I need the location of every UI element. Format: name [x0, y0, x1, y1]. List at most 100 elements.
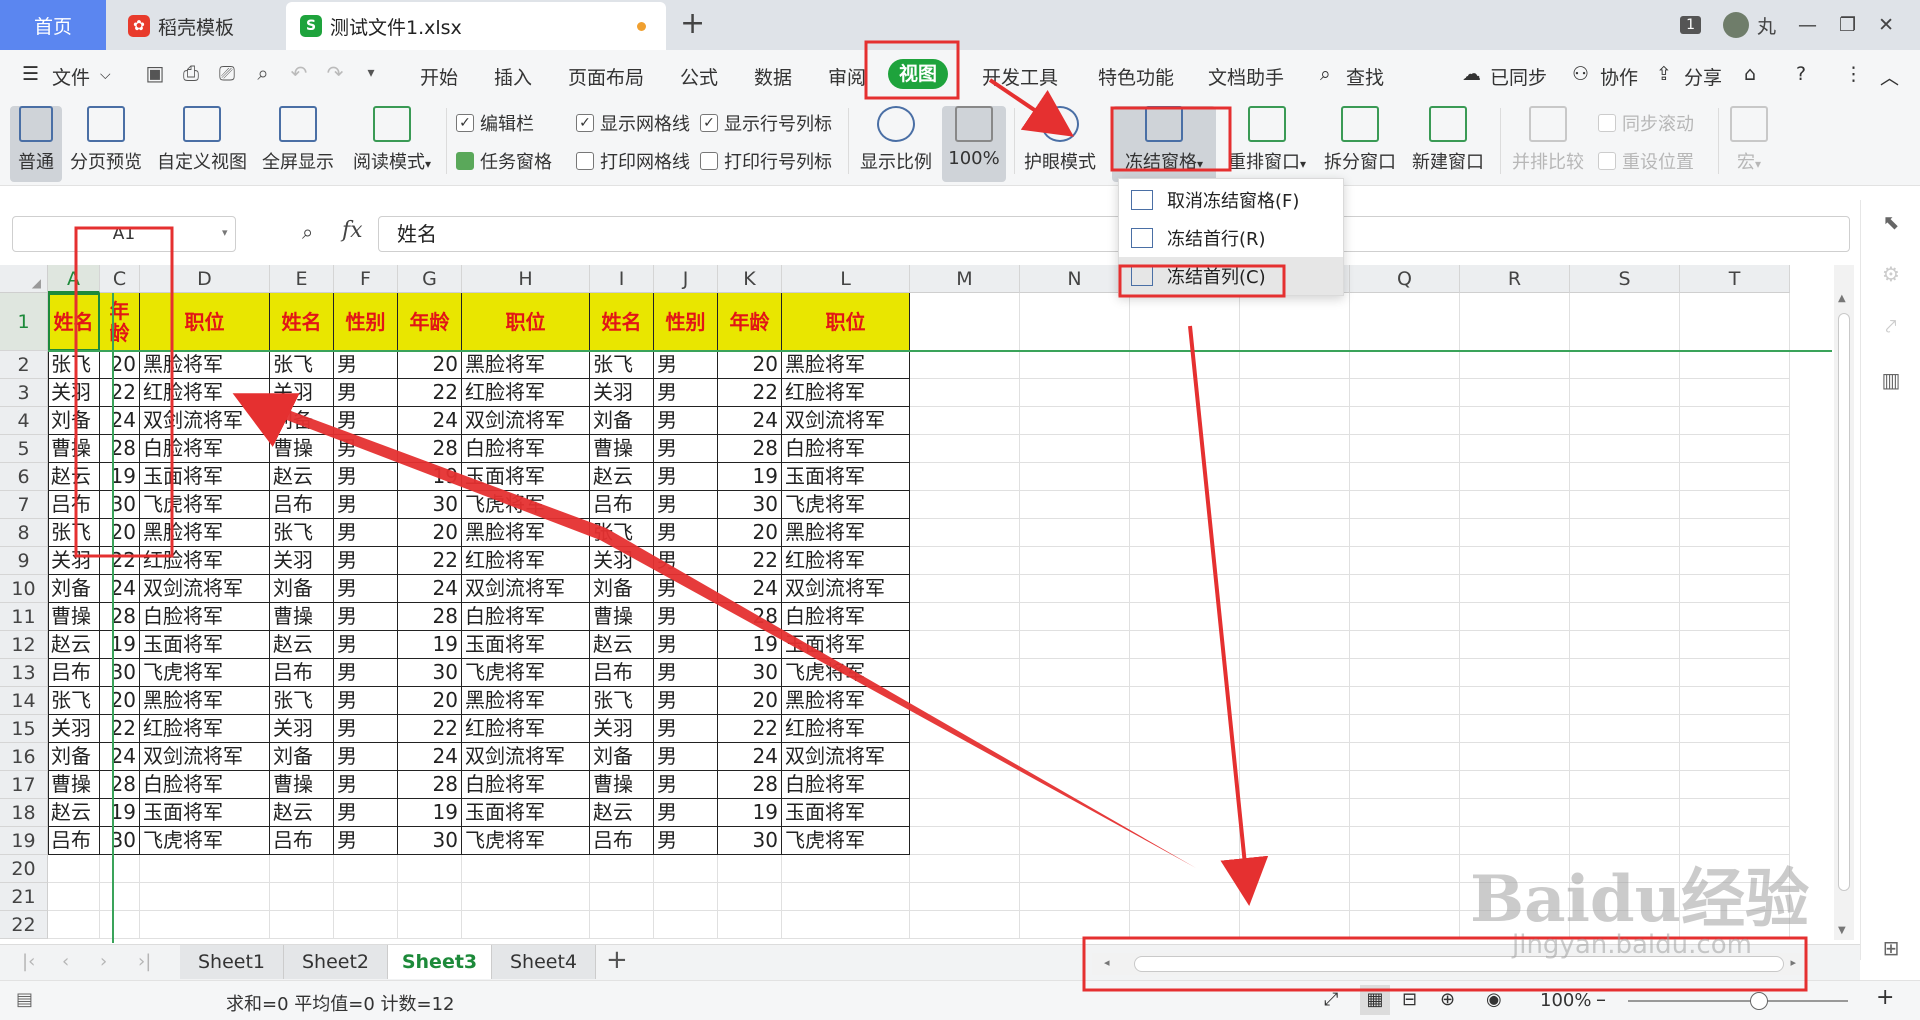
data-cell[interactable]: 男	[654, 687, 718, 715]
data-cell[interactable]: 飞虎将军	[140, 659, 270, 687]
data-cell[interactable]: 双剑流将军	[462, 407, 590, 435]
data-cell[interactable]: 白脸将军	[462, 771, 590, 799]
data-cell[interactable]: 曹操	[48, 771, 100, 799]
data-cell[interactable]: 男	[654, 659, 718, 687]
data-cell[interactable]: 24	[100, 743, 140, 771]
data-cell[interactable]: 男	[654, 491, 718, 519]
new-tab-button[interactable]: +	[680, 6, 705, 41]
data-cell[interactable]: 男	[654, 547, 718, 575]
data-cell[interactable]: 双剑流将军	[140, 575, 270, 603]
data-cell[interactable]: 28	[398, 435, 462, 463]
data-cell[interactable]: 28	[398, 603, 462, 631]
data-cell[interactable]: 28	[100, 435, 140, 463]
data-cell[interactable]: 张飞	[270, 351, 334, 379]
row-header-7[interactable]: 7	[0, 491, 48, 519]
data-cell[interactable]: 男	[334, 743, 398, 771]
page-layout-status-icon[interactable]: ⊟	[1402, 989, 1417, 1010]
user-account[interactable]: 丸	[1723, 12, 1776, 39]
show-headers-checkbox[interactable]: 显示行号列标	[700, 110, 832, 136]
data-cell[interactable]: 曹操	[48, 603, 100, 631]
data-cell[interactable]: 吕布	[48, 659, 100, 687]
scroll-left-icon[interactable]: ◂	[1104, 956, 1110, 969]
data-cell[interactable]: 赵云	[590, 463, 654, 491]
data-cell[interactable]: 黑脸将军	[140, 687, 270, 715]
data-cell[interactable]: 30	[718, 827, 782, 855]
menu-share[interactable]: 分享	[1684, 63, 1722, 90]
data-cell[interactable]: 28	[718, 603, 782, 631]
data-cell[interactable]: 24	[100, 575, 140, 603]
data-cell[interactable]: 关羽	[48, 715, 100, 743]
data-cell[interactable]: 19	[100, 631, 140, 659]
data-cell[interactable]: 黑脸将军	[462, 687, 590, 715]
data-cell[interactable]: 24	[398, 407, 462, 435]
row-header-18[interactable]: 18	[0, 799, 48, 827]
data-cell[interactable]: 30	[718, 491, 782, 519]
data-cell[interactable]: 男	[654, 771, 718, 799]
data-cell[interactable]: 张飞	[48, 351, 100, 379]
task-pane-checkbox[interactable]: 任务窗格	[456, 148, 552, 174]
reset-position-button[interactable]: 重设位置	[1598, 148, 1694, 174]
data-cell[interactable]: 双剑流将军	[140, 743, 270, 771]
data-cell[interactable]: 吕布	[270, 659, 334, 687]
menu-data[interactable]: 数据	[754, 63, 792, 90]
data-cell[interactable]: 24	[718, 575, 782, 603]
row-header-11[interactable]: 11	[0, 603, 48, 631]
scroll-right-icon[interactable]: ▸	[1790, 956, 1796, 969]
column-header-g[interactable]: G	[398, 265, 462, 293]
redo-icon[interactable]: ↷	[324, 62, 346, 84]
data-cell[interactable]: 19	[100, 799, 140, 827]
data-cell[interactable]: 男	[654, 379, 718, 407]
data-cell[interactable]: 28	[100, 603, 140, 631]
sync-status[interactable]: 已同步	[1490, 63, 1547, 90]
data-cell[interactable]: 玉面将军	[782, 631, 910, 659]
data-cell[interactable]: 19	[100, 463, 140, 491]
data-cell[interactable]: 吕布	[270, 491, 334, 519]
data-cell[interactable]: 男	[654, 435, 718, 463]
chevron-down-icon[interactable]: ⌵	[100, 67, 111, 83]
column-header-l[interactable]: L	[782, 265, 910, 293]
data-cell[interactable]: 玉面将军	[140, 799, 270, 827]
header-cell[interactable]: 性别	[654, 293, 718, 351]
row-header-15[interactable]: 15	[0, 715, 48, 743]
header-cell[interactable]: 姓名	[590, 293, 654, 351]
data-cell[interactable]: 19	[718, 463, 782, 491]
data-cell[interactable]: 男	[334, 407, 398, 435]
data-cell[interactable]: 曹操	[270, 603, 334, 631]
new-window-button[interactable]: 新建窗口	[1408, 106, 1488, 174]
sheet-tab-2[interactable]: Sheet2	[284, 945, 388, 979]
data-cell[interactable]: 双剑流将军	[782, 743, 910, 771]
data-cell[interactable]: 男	[334, 491, 398, 519]
data-cell[interactable]: 男	[654, 799, 718, 827]
data-cell[interactable]: 赵云	[270, 631, 334, 659]
row-header-4[interactable]: 4	[0, 407, 48, 435]
zoom-in-icon[interactable]: +	[1876, 985, 1894, 1010]
prev-sheet-icon[interactable]: ‹	[62, 951, 69, 972]
custom-view-button[interactable]: 自定义视图	[154, 106, 250, 174]
data-cell[interactable]: 曹操	[590, 435, 654, 463]
data-cell[interactable]: 白脸将军	[462, 603, 590, 631]
column-header-a[interactable]: A	[48, 265, 100, 293]
export-pdf-icon[interactable]: ⎙	[180, 62, 202, 84]
data-cell[interactable]: 男	[334, 463, 398, 491]
data-cell[interactable]: 赵云	[48, 631, 100, 659]
data-cell[interactable]: 吕布	[590, 659, 654, 687]
data-cell[interactable]: 红脸将军	[462, 547, 590, 575]
data-cell[interactable]: 玉面将军	[782, 463, 910, 491]
menu-doc-assistant[interactable]: 文档助手	[1208, 63, 1284, 90]
data-cell[interactable]: 红脸将军	[462, 715, 590, 743]
column-header-h[interactable]: H	[462, 265, 590, 293]
data-cell[interactable]: 30	[100, 827, 140, 855]
header-cell[interactable]: 姓名	[270, 293, 334, 351]
data-cell[interactable]: 飞虎将军	[782, 827, 910, 855]
zoom-slider-knob[interactable]	[1750, 992, 1768, 1010]
column-header-n[interactable]: N	[1020, 265, 1130, 293]
customize-toolbar-icon[interactable]: ▾	[360, 62, 382, 84]
data-cell[interactable]: 男	[654, 575, 718, 603]
freeze-panes-button[interactable]: 冻结窗格▾	[1112, 106, 1216, 182]
data-cell[interactable]: 吕布	[590, 491, 654, 519]
menu-view[interactable]: 视图	[888, 59, 948, 89]
zoom-level[interactable]: 100%	[1540, 990, 1591, 1011]
data-cell[interactable]: 19	[398, 463, 462, 491]
data-cell[interactable]: 24	[100, 407, 140, 435]
add-sheet-button[interactable]: +	[606, 945, 628, 975]
